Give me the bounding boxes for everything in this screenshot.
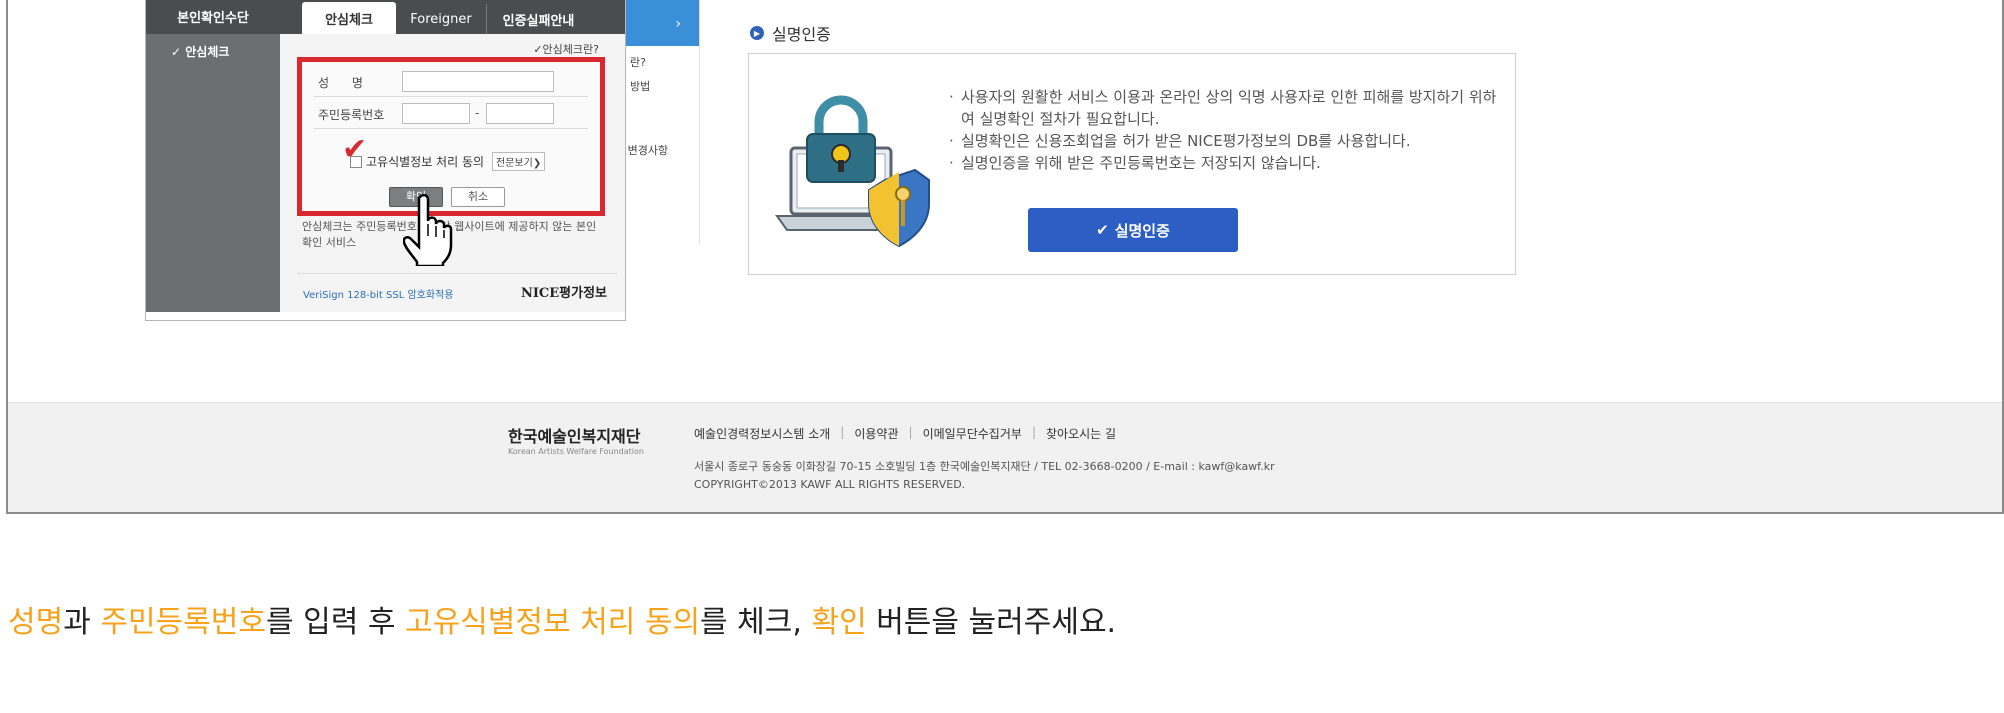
footer-link[interactable]: 이용약관	[854, 425, 898, 442]
auth-button-label: 실명인증	[1114, 221, 1170, 240]
caption-text: 를 입력 후	[265, 605, 405, 640]
agree-label: 고유식별정보 처리 동의	[366, 155, 485, 169]
cancel-button[interactable]: 취소	[451, 187, 505, 207]
rrn-back-input[interactable]	[486, 103, 554, 124]
caption-text: 를 체크,	[700, 605, 812, 640]
popup-side-menu: 본인확인수단 ✓ 안심체크	[146, 0, 280, 312]
real-name-auth-button[interactable]: ✔ 실명인증	[1028, 208, 1238, 252]
footer-address-block: 서울시 종로구 동숭동 이화장길 70-15 소호빌딩 1층 한국예술인복지재단…	[694, 458, 1275, 494]
footer-link[interactable]: 이메일무단수집거부	[923, 425, 1022, 442]
agree-row: 고유식별정보 처리 동의 전문보기❯	[350, 152, 546, 171]
org-name: 한국예술인복지재단	[508, 427, 641, 446]
security-lock-icon	[775, 95, 930, 248]
tab-foreigner[interactable]: Foreigner	[396, 4, 486, 34]
real-name-auth-box: 사용자의 원활한 서비스 이용과 온라인 상의 익명 사용자로 인한 피해를 방…	[748, 53, 1516, 275]
caption-highlight: 고유식별정보 처리 동의	[404, 605, 701, 640]
menu-arrow[interactable]: ›	[626, 0, 699, 46]
popup-tabs: 안심체크 Foreigner 인증실패안내	[280, 0, 625, 34]
caption-text: 버튼을 눌러주세요.	[866, 605, 1117, 640]
full-view-button[interactable]: 전문보기❯	[492, 152, 546, 171]
ssl-notice: VeriSign 128-bit SSL 암호화적용	[303, 290, 454, 301]
footer-links: 예술인경력정보시스템 소개 | 이용약관 | 이메일무단수집거부 | 찾아오시는…	[694, 425, 1116, 442]
caption-text: 과	[63, 605, 101, 640]
footer-link-separator: |	[1031, 425, 1036, 439]
check-icon: ✔	[1096, 221, 1109, 239]
name-label: 성 명	[318, 76, 363, 90]
rrn-label: 주민등록번호	[318, 108, 385, 122]
menu-item[interactable]: 란?	[626, 54, 699, 70]
footer-link[interactable]: 예술인경력정보시스템 소개	[694, 425, 830, 442]
footer-link-separator: |	[908, 425, 913, 439]
identity-check-popup: 본인확인수단 ✓ 안심체크 안심체크 Foreigner 인증실패안내 ✓안심체…	[145, 0, 626, 321]
rrn-dash: -	[475, 106, 480, 120]
popup-footer: VeriSign 128-bit SSL 암호화적용 NICE평가정보	[297, 273, 617, 303]
real-name-section-title: ▶ 실명인증	[750, 21, 831, 45]
caption-highlight: 주민등록번호	[100, 605, 266, 640]
auth-description-list: 사용자의 원활한 서비스 이용과 온라인 상의 익명 사용자로 인한 피해를 방…	[947, 86, 1507, 174]
instruction-caption: 성명과 주민등록번호를 입력 후 고유식별정보 처리 동의를 체크, 확인 버튼…	[8, 597, 1116, 641]
side-menu-item-safecheck[interactable]: ✓ 안심체크	[146, 34, 280, 60]
what-is-safecheck-link[interactable]: ✓안심체크란?	[533, 41, 599, 57]
footer-address: 서울시 종로구 동숭동 이화장길 70-15 소호빌딩 1층 한국예술인복지재단…	[694, 460, 1275, 473]
caption-highlight: 확인	[811, 605, 867, 640]
rrn-row: 주민등록번호 -	[314, 98, 588, 129]
background-side-menu: › 란? 방법 경 변경사항	[614, 0, 700, 244]
section-title-text: 실명인증	[772, 25, 831, 44]
highlight-box: 성 명 주민등록번호 - 고유식별정보 처리 동의 전문보기❯ ✔ 확인 취소	[297, 57, 605, 216]
auth-description-item: 실명인증을 위해 받은 주민등록번호는 저장되지 않습니다.	[947, 152, 1507, 174]
name-input[interactable]	[402, 71, 554, 92]
name-row: 성 명	[314, 66, 588, 97]
footer-link-separator: |	[840, 425, 845, 439]
auth-description-item: 실명확인은 신용조회업을 허가 받은 NICE평가정보의 DB를 사용합니다.	[947, 130, 1507, 152]
tab-safecheck[interactable]: 안심체크	[302, 2, 396, 34]
menu-item[interactable]: 방법	[626, 78, 699, 94]
section-bullet-icon: ▶	[750, 26, 764, 40]
check-mark-icon: ✔	[342, 132, 368, 167]
site-footer: 한국예술인복지재단 Korean Artists Welfare Foundat…	[8, 402, 2002, 512]
org-english-name: Korean Artists Welfare Foundation	[508, 447, 644, 456]
caption-highlight: 성명	[8, 605, 64, 640]
footer-link[interactable]: 찾아오시는 길	[1046, 425, 1116, 442]
side-menu-header: 본인확인수단	[146, 0, 280, 34]
nice-logo: NICE평가정보	[520, 286, 607, 301]
rrn-front-input[interactable]	[402, 103, 470, 124]
tab-auth-failure-guide[interactable]: 인증실패안내	[486, 4, 590, 34]
tutorial-stage: › 란? 방법 경 변경사항 본인확인수단 ✓ 안심체크 안심체크 Foreig…	[0, 0, 2004, 713]
auth-description-item: 사용자의 원활한 서비스 이용과 온라인 상의 익명 사용자로 인한 피해를 방…	[947, 86, 1507, 130]
footer-copyright: COPYRIGHT©2013 KAWF ALL RIGHTS RESERVED.	[694, 478, 966, 491]
hand-cursor-icon	[403, 194, 453, 266]
